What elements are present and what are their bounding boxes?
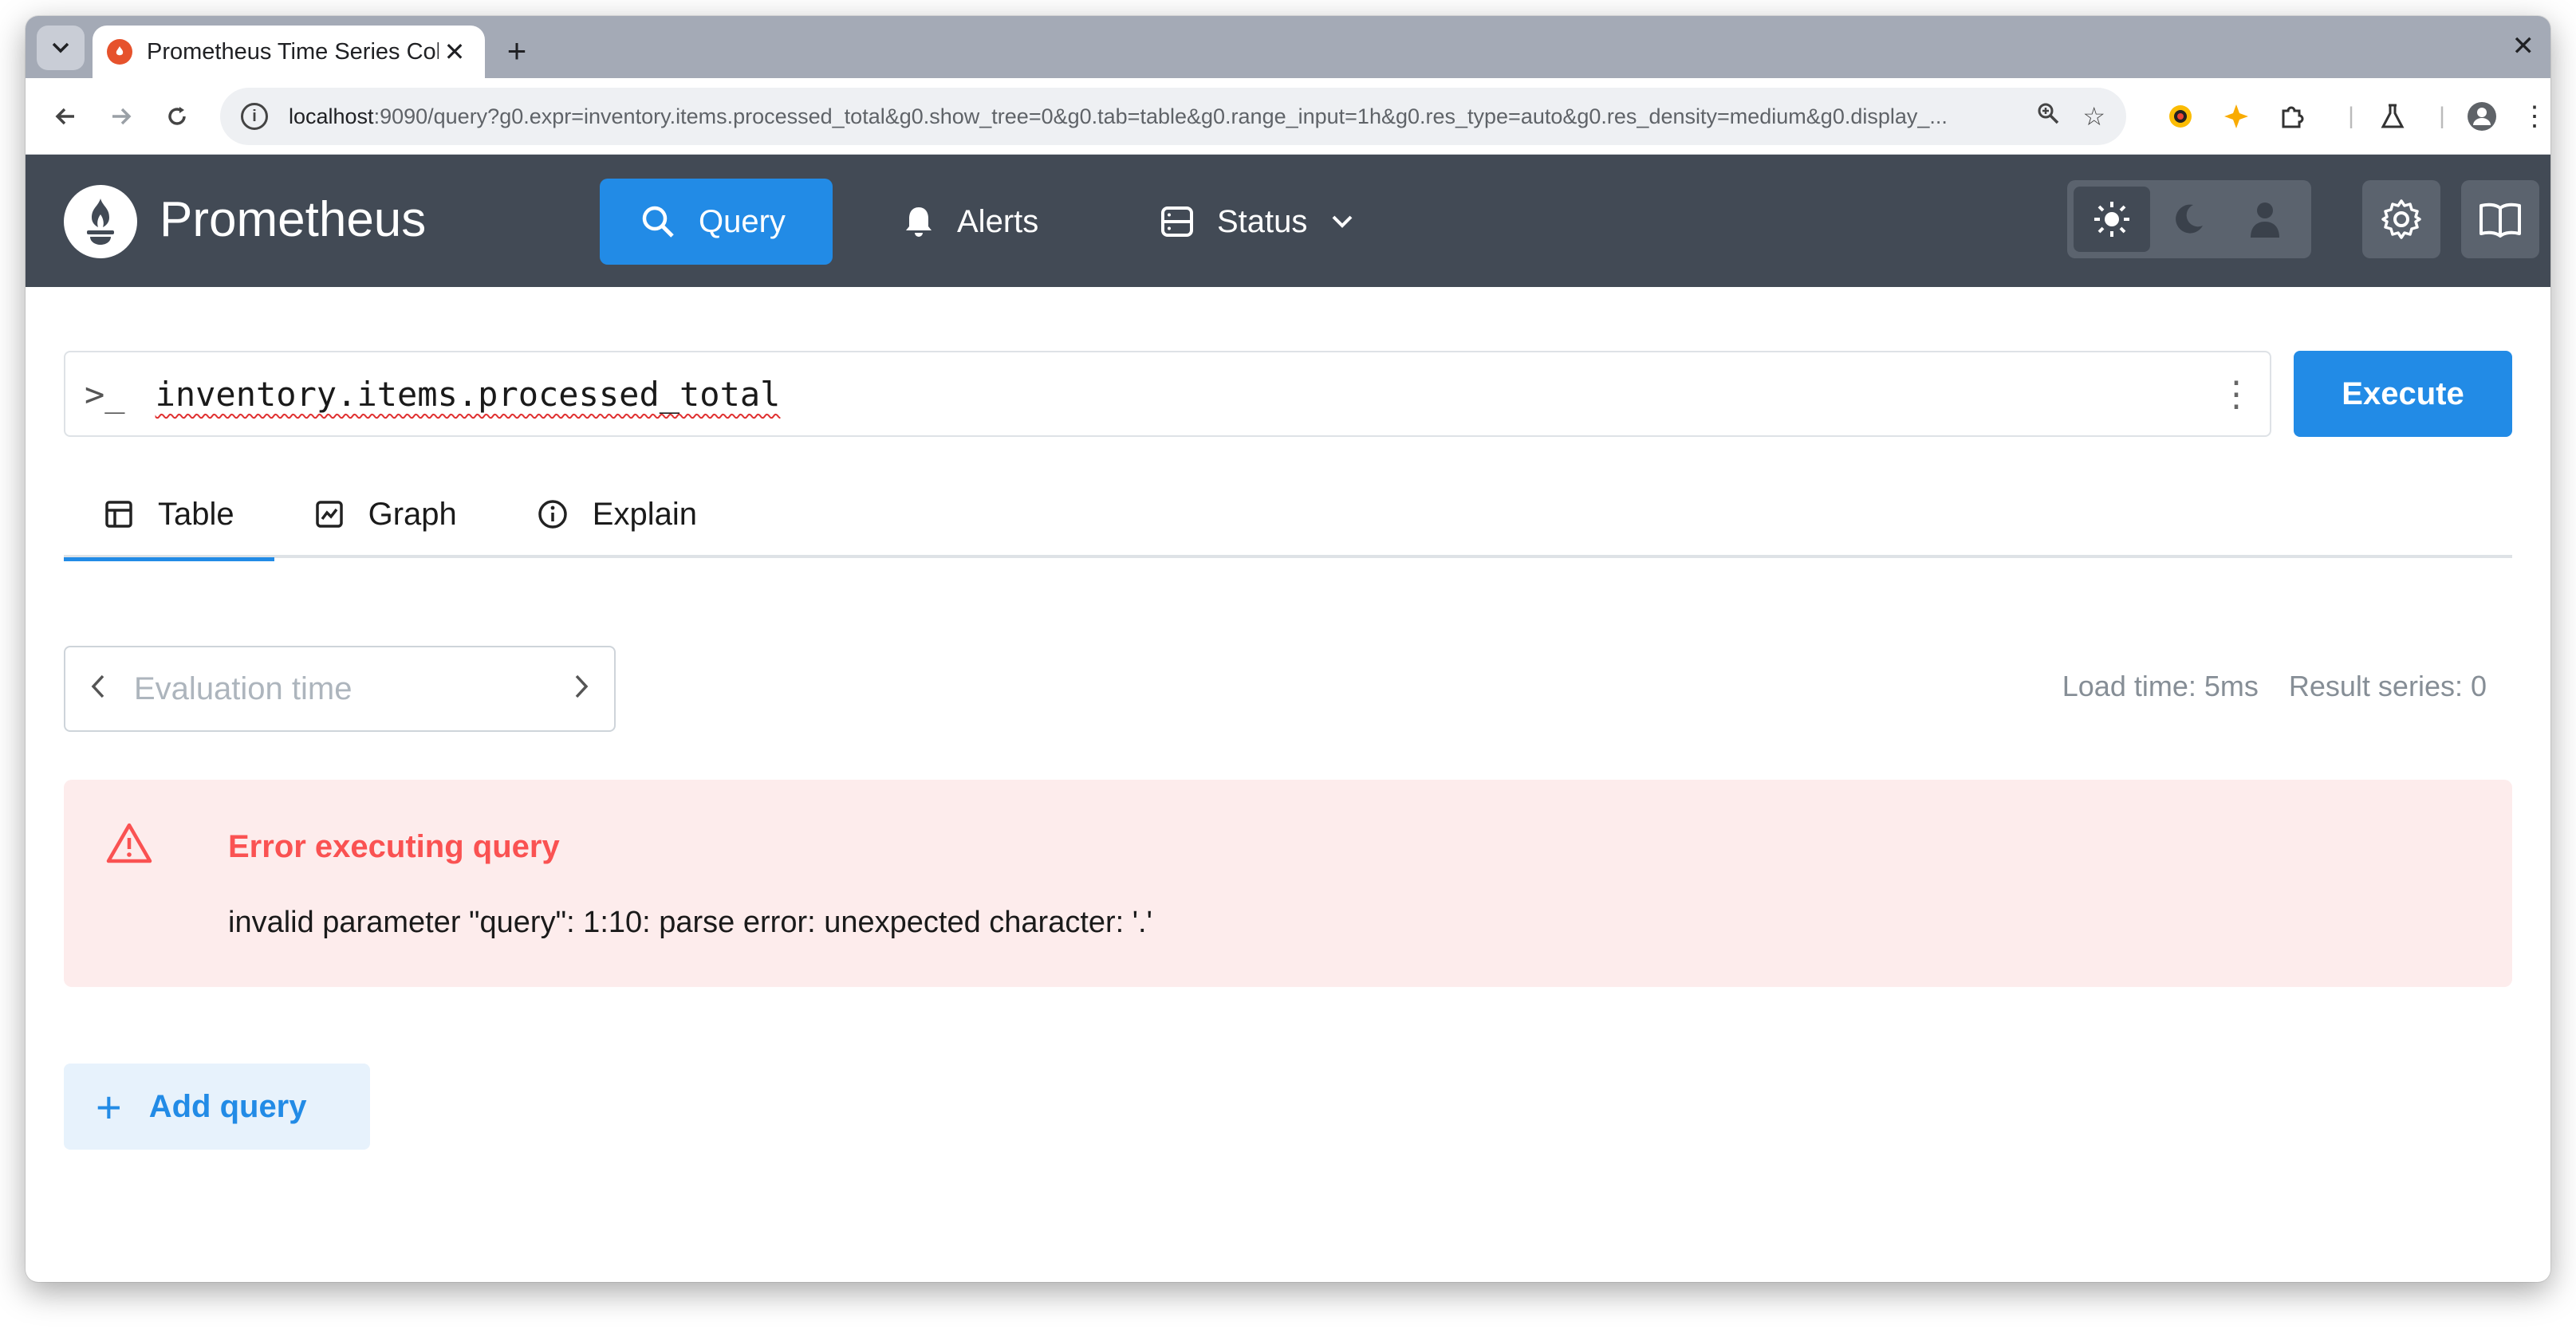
extensions-puzzle-icon[interactable] bbox=[2276, 100, 2308, 132]
tab-graph[interactable]: Graph bbox=[274, 470, 497, 558]
auto-theme-button[interactable] bbox=[2227, 187, 2303, 252]
chevron-left-icon[interactable] bbox=[89, 670, 107, 708]
warning-triangle-icon bbox=[105, 821, 153, 870]
tab-graph-label: Graph bbox=[368, 496, 457, 532]
add-query-button[interactable]: + Add query bbox=[64, 1064, 370, 1150]
profile-avatar-icon[interactable] bbox=[2466, 100, 2498, 132]
error-title: Error executing query bbox=[228, 829, 560, 864]
search-icon bbox=[642, 206, 674, 238]
arrow-right-icon bbox=[112, 108, 132, 125]
reload-button[interactable] bbox=[158, 97, 196, 136]
tab-explain[interactable]: Explain bbox=[497, 470, 737, 558]
server-icon bbox=[1161, 206, 1193, 237]
book-icon bbox=[2479, 203, 2521, 238]
nav-alerts-label: Alerts bbox=[957, 203, 1039, 239]
settings-button[interactable] bbox=[2362, 180, 2440, 258]
bookmark-star-icon[interactable]: ☆ bbox=[2082, 101, 2105, 132]
browser-toolbar: i localhost:9090/query?g0.expr=inventory… bbox=[26, 78, 2550, 155]
prometheus-favicon-icon bbox=[107, 39, 132, 65]
prometheus-logo-icon[interactable] bbox=[64, 185, 137, 258]
expression-input[interactable]: >_ inventory.items.processed_total ⋮ bbox=[64, 351, 2271, 437]
chevron-right-icon[interactable] bbox=[573, 670, 590, 708]
more-options-icon[interactable]: ⋮ bbox=[2219, 374, 2254, 415]
toolbar-divider: | bbox=[2348, 103, 2354, 129]
light-theme-button[interactable] bbox=[2074, 187, 2150, 252]
arrow-left-icon bbox=[55, 108, 74, 125]
tab-explain-label: Explain bbox=[592, 496, 697, 532]
plus-icon: + bbox=[96, 1081, 122, 1132]
chart-line-icon bbox=[315, 501, 343, 528]
result-tabs: Table Graph Explain bbox=[64, 470, 2512, 561]
toolbar-divider: | bbox=[2439, 103, 2445, 129]
add-query-label: Add query bbox=[148, 1088, 307, 1124]
chevron-down-icon bbox=[1332, 215, 1353, 228]
extension-color-icon[interactable] bbox=[2164, 100, 2196, 132]
window-close-icon[interactable]: ✕ bbox=[2512, 30, 2535, 62]
nav-query-label: Query bbox=[699, 203, 786, 239]
tab-search-button[interactable] bbox=[37, 26, 85, 70]
theme-switcher bbox=[2067, 180, 2311, 258]
info-circle-icon bbox=[538, 500, 567, 529]
table-icon bbox=[105, 501, 132, 528]
nav-status-dropdown[interactable]: Status bbox=[1120, 179, 1393, 265]
back-button[interactable] bbox=[46, 97, 85, 136]
documentation-button[interactable] bbox=[2461, 180, 2539, 258]
tab-table[interactable]: Table bbox=[64, 470, 274, 561]
forward-button[interactable] bbox=[102, 97, 140, 136]
browser-window: Prometheus Time Series Collection and Pr… bbox=[26, 16, 2550, 1282]
tab-table-label: Table bbox=[158, 496, 234, 532]
moon-icon bbox=[2176, 204, 2203, 234]
execute-button[interactable]: Execute bbox=[2294, 351, 2512, 437]
site-info-icon[interactable]: i bbox=[241, 103, 268, 130]
nav-query[interactable]: Query bbox=[600, 179, 833, 265]
browser-tab[interactable]: Prometheus Time Series Collection and Pr… bbox=[93, 26, 485, 78]
dark-theme-button[interactable] bbox=[2150, 187, 2227, 252]
chevron-down-icon bbox=[52, 42, 69, 53]
terminal-prompt-icon: >_ bbox=[85, 374, 125, 414]
bell-icon bbox=[906, 207, 932, 237]
tab-strip: Prometheus Time Series Collection and Pr… bbox=[26, 16, 2550, 78]
evaluation-time-input[interactable]: Evaluation time bbox=[107, 671, 573, 707]
nav-alerts[interactable]: Alerts bbox=[863, 179, 1078, 265]
desktop: Prometheus Time Series Collection and Pr… bbox=[0, 0, 2576, 1333]
url-text: localhost:9090/query?g0.expr=inventory.i… bbox=[289, 104, 1948, 128]
address-bar[interactable]: i localhost:9090/query?g0.expr=inventory… bbox=[220, 88, 2126, 145]
brand-title[interactable]: Prometheus bbox=[160, 191, 426, 248]
load-time: Load time: 5ms bbox=[2062, 670, 2259, 702]
tab-title: Prometheus Time Series Collection and Pr… bbox=[147, 38, 439, 65]
user-icon bbox=[2251, 203, 2279, 238]
evaluation-time-picker: Evaluation time bbox=[64, 646, 616, 732]
extension-spark-icon[interactable] bbox=[2220, 100, 2252, 132]
error-alert: Error executing query invalid parameter … bbox=[64, 780, 2512, 987]
browser-menu-icon[interactable]: ⋮ bbox=[2519, 100, 2550, 132]
gear-icon bbox=[2381, 199, 2421, 239]
result-series: Result series: 0 bbox=[2288, 670, 2487, 702]
tab-close-icon[interactable]: ✕ bbox=[439, 37, 471, 67]
expression-text[interactable]: inventory.items.processed_total bbox=[156, 375, 2219, 414]
error-message: invalid parameter "query": 1:10: parse e… bbox=[228, 906, 1152, 939]
new-tab-button[interactable]: + bbox=[496, 30, 538, 72]
reload-icon bbox=[168, 107, 186, 125]
query-stats: Load time: 5ms Result series: 0 bbox=[2062, 670, 2487, 703]
labs-flask-icon[interactable] bbox=[2377, 100, 2409, 132]
nav-status-label: Status bbox=[1217, 203, 1308, 239]
sun-icon bbox=[2094, 202, 2129, 237]
app-header: Prometheus Query Alerts Status bbox=[26, 155, 2550, 287]
zoom-icon[interactable] bbox=[2036, 101, 2060, 132]
